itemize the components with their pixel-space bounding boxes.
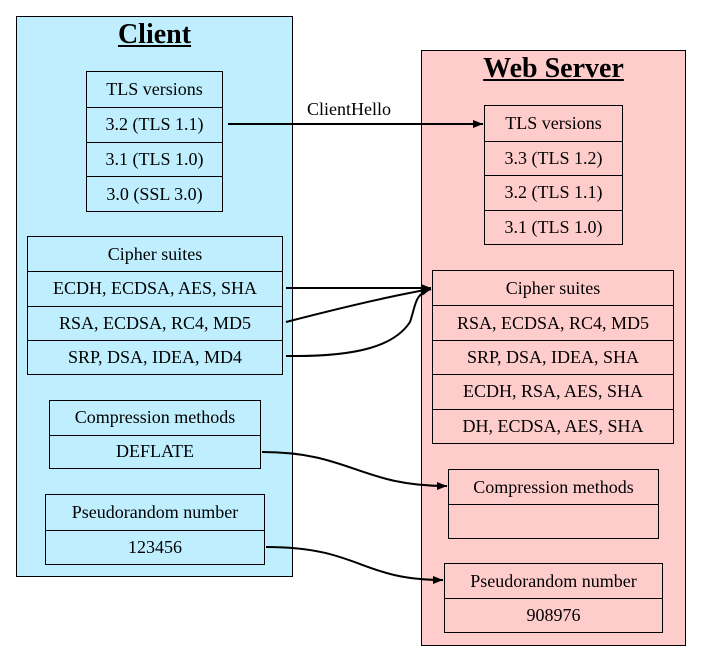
edge-compression [261,451,448,490]
client-hello-label: ClientHello [307,99,391,119]
diagram: Client Web Server TLS versions 3.2 (TLS 1… [0,0,701,661]
edge-pseudorandom [265,546,444,584]
edge-cipher-rsa [285,286,432,323]
edge-cipher-srp [285,287,432,358]
